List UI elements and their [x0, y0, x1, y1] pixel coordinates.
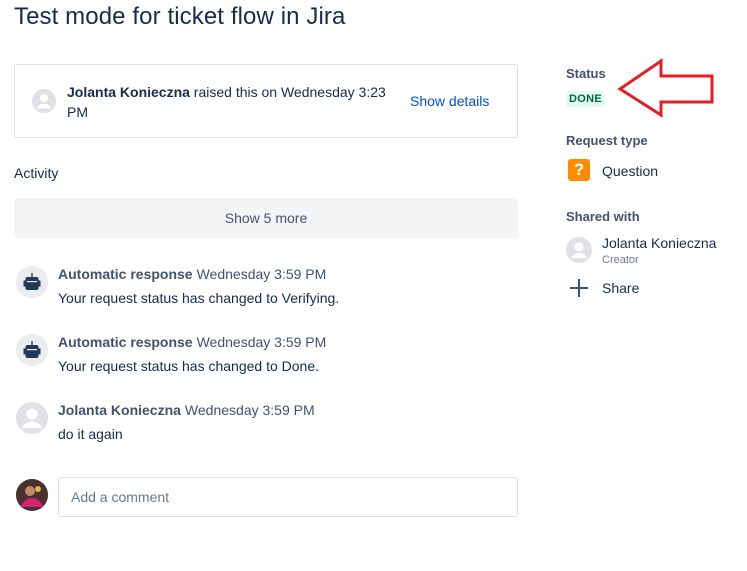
user-avatar-icon: [16, 402, 48, 434]
shared-user-name: Jolanta Konieczna: [602, 235, 717, 251]
user-avatar-icon: [32, 89, 56, 113]
activity-time: Wednesday 3:59 PM: [196, 334, 327, 350]
activity-author: Jolanta Konieczna: [58, 402, 181, 418]
activity-time: Wednesday 3:59 PM: [196, 266, 327, 282]
question-icon: ?: [568, 159, 590, 181]
request-summary-card: Jolanta Konieczna raised this on Wednesd…: [14, 64, 518, 138]
show-details-link[interactable]: Show details: [410, 93, 489, 109]
activity-heading: Activity: [14, 165, 59, 181]
activity-text: Your request status has changed to Done.: [58, 358, 319, 374]
status-label: Status: [566, 66, 606, 81]
current-user-avatar: [16, 479, 48, 511]
activity-author: Automatic response: [58, 334, 193, 350]
request-type-value: Question: [602, 163, 659, 179]
raised-by-name: Jolanta Konieczna: [67, 84, 190, 100]
activity-text: Your request status has changed to Verif…: [58, 290, 340, 306]
user-avatar-icon: [566, 237, 592, 263]
activity-time: Wednesday 3:59 PM: [184, 402, 315, 418]
plus-icon[interactable]: [568, 277, 590, 299]
activity-text: do it again: [58, 426, 123, 442]
page-title: Test mode for ticket flow in Jira: [14, 3, 346, 30]
request-type-label: Request type: [566, 133, 648, 148]
share-button[interactable]: Share: [602, 280, 639, 296]
raised-by-text: Jolanta Konieczna raised this on Wednesd…: [67, 82, 397, 122]
robot-icon: [16, 266, 48, 298]
shared-with-label: Shared with: [566, 209, 640, 224]
shared-user-role: Creator: [602, 254, 639, 266]
activity-author: Automatic response: [58, 266, 193, 282]
annotation-arrow-icon: [617, 58, 714, 118]
status-badge: DONE: [566, 91, 605, 107]
show-more-button[interactable]: Show 5 more: [14, 198, 518, 238]
robot-icon: [16, 334, 48, 366]
comment-input[interactable]: [58, 477, 518, 517]
